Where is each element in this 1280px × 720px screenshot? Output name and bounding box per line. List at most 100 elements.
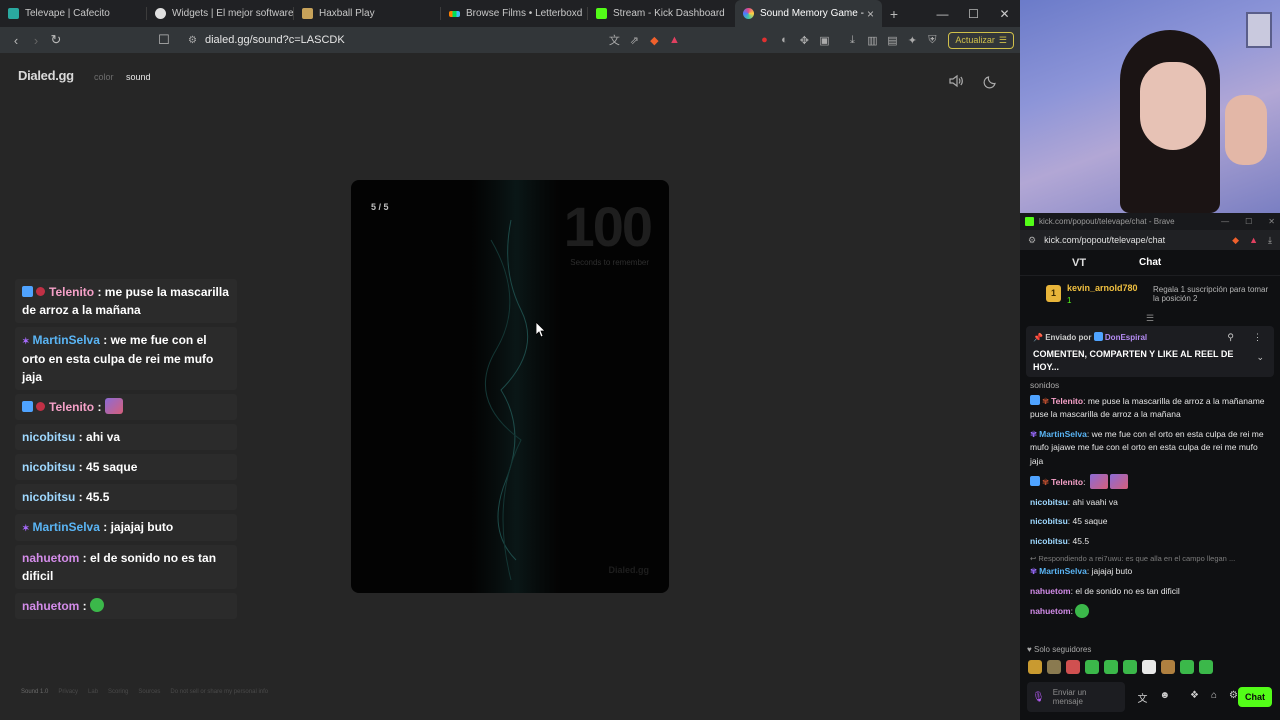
- volume-icon[interactable]: [948, 73, 964, 89]
- unpin-icon[interactable]: ⚲: [1227, 332, 1234, 343]
- store-icon[interactable]: ⌂: [1211, 690, 1217, 705]
- emote-button-icon[interactable]: [1142, 660, 1156, 674]
- emote-button-icon[interactable]: [1161, 660, 1175, 674]
- bookmark-icon[interactable]: ☐: [154, 32, 174, 48]
- close-icon[interactable]: ✕: [989, 7, 1020, 21]
- chat-username: MartinSelva: [32, 333, 100, 347]
- share-icon[interactable]: ⇗: [624, 34, 644, 47]
- tab-kick-dashboard[interactable]: Stream - Kick Dashboard: [588, 0, 735, 27]
- extension-icon[interactable]: ◐: [774, 34, 794, 46]
- screenshot-icon[interactable]: ▣: [814, 34, 834, 47]
- brave-shield-icon[interactable]: ◆: [644, 34, 664, 47]
- emote-button-icon[interactable]: [1104, 660, 1118, 674]
- theme-moon-icon[interactable]: [983, 73, 999, 89]
- leo-icon[interactable]: ✦: [902, 34, 922, 47]
- forward-icon[interactable]: ›: [26, 33, 46, 48]
- maximize-icon[interactable]: ☐: [958, 7, 989, 21]
- footer-privacy-link[interactable]: Privacy: [58, 689, 78, 695]
- chat-username[interactable]: nahuetom: [1030, 586, 1071, 596]
- update-button[interactable]: Actualizar ☰: [948, 31, 1014, 49]
- send-chat-button[interactable]: Chat: [1238, 687, 1272, 707]
- brave-rewards-icon[interactable]: ▲: [664, 34, 684, 46]
- chat-username[interactable]: MartinSelva: [1039, 429, 1087, 439]
- download-icon[interactable]: ⤓: [842, 34, 862, 47]
- tab-close-icon[interactable]: ×: [867, 7, 874, 21]
- chat-username[interactable]: nicobitsu: [1030, 536, 1068, 546]
- tab-haxball[interactable]: Haxball Play: [294, 0, 441, 27]
- emote-button-icon[interactable]: [1123, 660, 1137, 674]
- overlay-chat: Telenito : me puse la mascarilla de arro…: [15, 279, 237, 623]
- extensions-puzzle-icon[interactable]: ✥: [794, 34, 814, 47]
- emote-button-icon[interactable]: [1199, 660, 1213, 674]
- site-info-icon[interactable]: ⚙: [188, 35, 197, 46]
- site-logo[interactable]: Dialed.gg: [18, 68, 74, 83]
- translate-icon[interactable]: 文: [1137, 690, 1147, 705]
- mouse-cursor-icon: [535, 321, 546, 340]
- site-footer: Sound 1.0 Privacy Lab Scoring Sources Do…: [21, 689, 268, 695]
- emote-button-icon[interactable]: [1028, 660, 1042, 674]
- chat-input-placeholder: Enviar un mensaje: [1052, 688, 1087, 706]
- mic-icon[interactable]: 🎙: [1032, 692, 1045, 702]
- brave-rewards-icon[interactable]: ▲: [1249, 235, 1258, 246]
- minimize-icon[interactable]: —: [927, 7, 958, 21]
- game-card[interactable]: 5 / 5 100 Seconds to remember Dialed.gg: [351, 180, 669, 593]
- tab-televape[interactable]: Televape | Cafecito: [0, 0, 147, 27]
- kick-url-bar[interactable]: ⚙ kick.com/popout/televape/chat ◆ ▲ ⤓: [1020, 230, 1280, 250]
- emote-button-icon[interactable]: [1066, 660, 1080, 674]
- gift-icon[interactable]: ❖: [1190, 690, 1199, 705]
- tab-sound-memory-game[interactable]: Sound Memory Game - ×: [735, 0, 882, 27]
- streamer-face-shape: [1140, 62, 1206, 150]
- pinned-label: Enviado por: [1045, 333, 1092, 342]
- chat-input-field[interactable]: 🎙 Enviar un mensaje: [1027, 682, 1126, 712]
- footer-privacy-optout-link[interactable]: Do not sell or share my personal info: [170, 689, 268, 695]
- nav-color-link[interactable]: color: [94, 72, 114, 82]
- chat-username[interactable]: nicobitsu: [1030, 516, 1068, 526]
- gift-leaderboard[interactable]: 1 kevin_arnold780 1 Regala 1 suscripción…: [1020, 276, 1280, 314]
- chevron-down-icon[interactable]: ⌄: [1256, 352, 1264, 363]
- gifter-username: kevin_arnold780: [1067, 283, 1138, 293]
- vpn-icon[interactable]: ⛨: [922, 34, 942, 47]
- reply-context[interactable]: ↩ Respondiendo a rei7uwu: es que alla en…: [1030, 554, 1270, 563]
- url-field[interactable]: ⚙ dialed.gg/sound?c=LASCDK: [188, 34, 604, 46]
- seconds-remaining: 100: [563, 195, 653, 258]
- badge-icon: [36, 402, 45, 411]
- emote-button-icon[interactable]: [1047, 660, 1061, 674]
- chat-username[interactable]: Telenito: [1051, 396, 1083, 406]
- chat-username[interactable]: nicobitsu: [1030, 497, 1068, 507]
- emote-button-icon[interactable]: [1180, 660, 1194, 674]
- footer-version: Sound 1.0: [21, 689, 49, 695]
- overlay-chat-message: nicobitsu : 45.5: [15, 484, 237, 510]
- more-options-icon[interactable]: ⋮: [1253, 332, 1262, 343]
- maximize-icon[interactable]: ☐: [1245, 217, 1252, 226]
- collapse-handle-icon[interactable]: ☰: [1020, 314, 1280, 323]
- new-tab-button[interactable]: +: [882, 6, 906, 22]
- channel-logo[interactable]: VT: [1072, 257, 1086, 269]
- footer-sources-link[interactable]: Sources: [138, 689, 160, 695]
- chat-username[interactable]: Telenito: [1051, 477, 1083, 487]
- pinned-message[interactable]: 📌 Enviado por DonEspiral COMENTEN, COMPA…: [1026, 326, 1274, 377]
- close-icon[interactable]: ✕: [1268, 217, 1275, 226]
- emoji-icon[interactable]: ☻: [1159, 690, 1170, 705]
- reload-icon[interactable]: ↻: [46, 32, 66, 48]
- chat-username: nahuetom: [22, 599, 80, 613]
- footer-lab-link[interactable]: Lab: [88, 689, 98, 695]
- minimize-icon[interactable]: —: [1221, 217, 1229, 226]
- back-icon[interactable]: ‹: [6, 33, 26, 48]
- nav-sound-link[interactable]: sound: [126, 72, 151, 82]
- chat-message: ✾ Telenito: me puse la mascarilla de arro…: [1030, 394, 1265, 419]
- chat-username[interactable]: nahuetom: [1030, 606, 1071, 616]
- tab-letterboxd[interactable]: Browse Films • Letterboxd: [441, 0, 588, 27]
- translate-icon[interactable]: 文: [604, 32, 624, 48]
- sidebar-icon[interactable]: ▥: [862, 34, 882, 47]
- site-info-icon[interactable]: ⚙: [1028, 235, 1036, 246]
- brave-shield-icon[interactable]: ◆: [1232, 235, 1239, 246]
- tab-widgets[interactable]: Widgets | El mejor software par: [147, 0, 294, 27]
- extension-red-icon[interactable]: ●: [754, 34, 774, 46]
- emote-button-icon[interactable]: [1085, 660, 1099, 674]
- footer-scoring-link[interactable]: Scoring: [108, 689, 128, 695]
- settings-gear-icon[interactable]: ⚙: [1229, 690, 1238, 705]
- wallet-icon[interactable]: ▤: [882, 34, 902, 47]
- tab-title: Haxball Play: [319, 8, 375, 19]
- chat-username[interactable]: MartinSelva: [1039, 566, 1087, 576]
- download-icon[interactable]: ⤓: [1268, 235, 1272, 246]
